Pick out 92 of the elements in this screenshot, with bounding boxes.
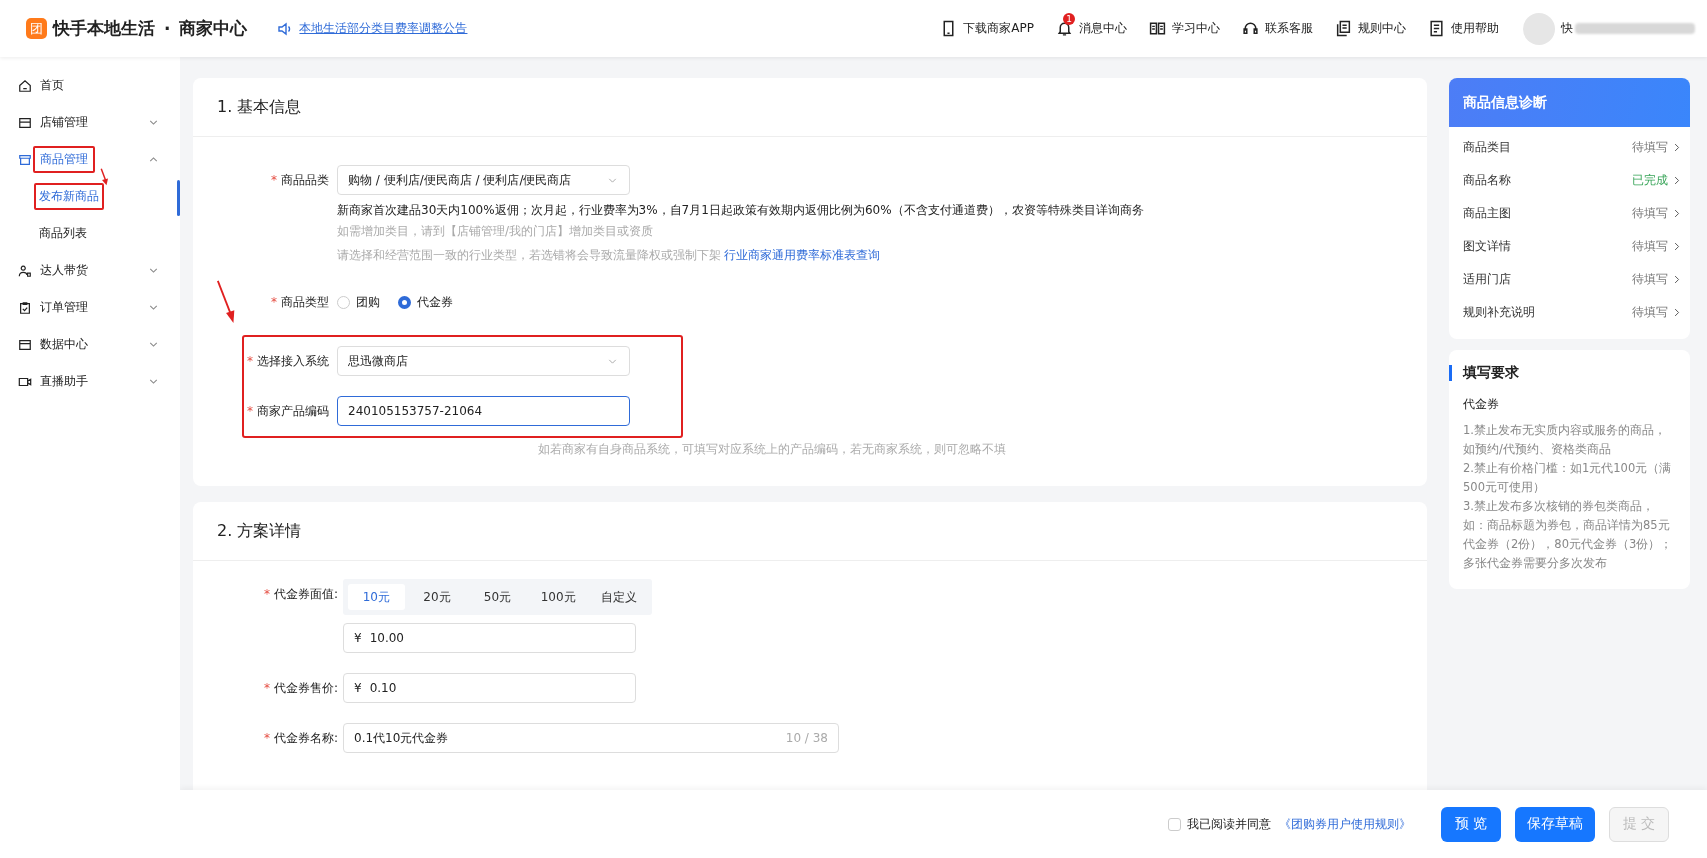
box-icon [18, 152, 32, 167]
policy-note: 新商家首次建品30天内100%返佣；次月起，行业费率为3%，自7月1日起政策有效期内返佣比例为60%（不含支付通道费），农资等特殊类目详询商务 [337, 202, 1144, 219]
notice-link[interactable]: 本地生活部分类目费率调整公告 [299, 20, 468, 37]
nav-link[interactable]: 下载商家APP [963, 20, 1034, 37]
section-title: 2. 方案详情 [193, 502, 1427, 561]
agree-label: 我已阅读并同意 [1187, 815, 1271, 833]
title-accent [1449, 365, 1452, 381]
sidebar-item[interactable]: 订单管理 [33, 294, 95, 321]
required-mark: * [263, 680, 270, 697]
sidebar-item[interactable]: 首页 [33, 72, 71, 99]
person-icon [18, 263, 32, 278]
field-label: 商家产品编码 [257, 403, 329, 420]
value-tab[interactable]: 10元 [348, 584, 405, 610]
field-label: 商品类型 [281, 294, 329, 311]
required-mark: * [271, 172, 277, 189]
page-title: 商家中心 [179, 17, 248, 40]
nav-link[interactable]: 联系客服 [1265, 20, 1313, 37]
value-tab[interactable]: 自定义 [590, 584, 647, 610]
bell-icon[interactable] [1056, 20, 1073, 37]
panel-icon [18, 337, 32, 352]
field-label: 选择接入系统 [257, 353, 329, 370]
rule-text: 1.禁止发布无实质内容或服务的商品，如预约/代预约、资格类商品 [1463, 422, 1667, 458]
hint-text: 请选择和经营范围一致的行业类型，若选错将会导致流量降权或强制下架 [337, 248, 721, 262]
section-title: 1. 基本信息 [193, 78, 1427, 137]
radio-label: 代金券 [417, 293, 453, 311]
sidebar-item[interactable]: 直播助手 [33, 368, 95, 395]
annotation-arrow [99, 167, 111, 187]
status-link[interactable]: 待填写 [1632, 205, 1668, 222]
status-link[interactable]: 待填写 [1632, 304, 1668, 321]
sidebar-item[interactable]: 达人带货 [33, 257, 95, 284]
store-icon [18, 115, 32, 130]
field-label: 商品品类 [281, 172, 329, 189]
document-icon[interactable] [1428, 20, 1445, 37]
field-label: 代金券面值: [273, 586, 338, 603]
user-name: 快 [1561, 20, 1573, 37]
required-mark: * [263, 730, 270, 747]
radio-label: 团购 [356, 293, 380, 311]
action-button[interactable]: 预 览 [1441, 806, 1501, 842]
system-select[interactable]: 思迅微商店 [337, 346, 630, 376]
home-icon [18, 78, 32, 93]
price-field[interactable]: ¥ 0.10 [343, 673, 636, 703]
diagnosis-item: 商品类目 [1463, 139, 1511, 156]
coupon-name-field[interactable]: 0.1代10元代金券 10 / 38 [343, 723, 839, 753]
title-separator: · [164, 18, 171, 39]
diagnosis-item: 图文详情 [1463, 238, 1511, 255]
required-mark: * [247, 353, 253, 370]
sidebar-item[interactable]: 店铺管理 [33, 109, 95, 136]
card-title: 商品信息诊断 [1463, 93, 1547, 112]
face-value-field[interactable]: ¥ 10.00 [343, 623, 636, 653]
status-link[interactable]: 待填写 [1632, 271, 1668, 288]
diagnosis-item: 规则补充说明 [1463, 304, 1535, 321]
agree-checkbox[interactable] [1168, 817, 1181, 831]
value-tab[interactable]: 50元 [469, 584, 526, 610]
field-label: 代金券售价: [273, 680, 338, 697]
rule-text: 2.禁止有价格门槛：如1元代100元（满500元可使用） [1463, 460, 1673, 496]
card-title: 填写要求 [1463, 364, 1519, 382]
sidebar-subitem[interactable]: 发布新商品 [34, 183, 104, 210]
status-link[interactable]: 待填写 [1632, 139, 1668, 156]
field-label: 代金券名称: [273, 730, 338, 747]
category-select[interactable]: 购物 / 便利店/便民商店 / 便利店/便民商店 [337, 165, 630, 195]
required-mark: * [263, 586, 270, 603]
hint-text: 如若商家有自身商品系统，可填写对应系统上的产品编码，若无商家系统，则可忽略不填 [538, 441, 1007, 458]
diagnosis-item: 适用门店 [1463, 271, 1511, 288]
selection-indicator [177, 180, 180, 216]
action-button[interactable]: 保存草稿 [1515, 806, 1595, 842]
nav-link[interactable]: 规则中心 [1358, 20, 1406, 37]
product-code-field[interactable]: 240105153757-21064 [337, 396, 630, 426]
diagnosis-item: 商品名称 [1463, 172, 1511, 189]
document-stack-icon[interactable] [1335, 20, 1352, 37]
book-icon[interactable] [1149, 20, 1166, 37]
diagnosis-item: 商品主图 [1463, 205, 1511, 222]
hint-text: 如需增加类目，请到【店铺管理/我的门店】增加类目或资质 [337, 223, 655, 240]
sidebar-item[interactable]: 商品管理 [33, 146, 95, 173]
required-mark: * [247, 403, 253, 420]
brand-title: 快手本地生活 [53, 17, 155, 40]
card-subtitle: 代金券 [1463, 396, 1500, 413]
required-mark: * [271, 294, 277, 311]
value-tab[interactable]: 20元 [408, 584, 466, 610]
rate-table-link[interactable]: 行业商家通用费率标准表查询 [724, 248, 880, 262]
nav-link[interactable]: 学习中心 [1172, 20, 1220, 37]
headset-icon[interactable] [1242, 20, 1259, 37]
rules-link[interactable]: 《团购券用户使用规则》 [1279, 815, 1411, 833]
nav-link[interactable]: 使用帮助 [1451, 20, 1499, 37]
sidebar-subitem[interactable]: 商品列表 [34, 220, 92, 247]
rule-text: 3.禁止发布多次核销的券包类商品，如：商品标题为券包，商品详情为85元代金券（2份），80元代金券（3份）；多张代金券需要分多次发布 [1463, 498, 1674, 572]
status-link[interactable]: 待填写 [1632, 238, 1668, 255]
clipboard-icon [18, 300, 32, 315]
sidebar-item[interactable]: 数据中心 [33, 331, 95, 358]
radio-button[interactable] [398, 295, 411, 309]
notification-badge: 1 [1063, 13, 1075, 25]
nav-link[interactable]: 消息中心 [1079, 20, 1127, 37]
value-tab[interactable]: 100元 [529, 584, 587, 610]
